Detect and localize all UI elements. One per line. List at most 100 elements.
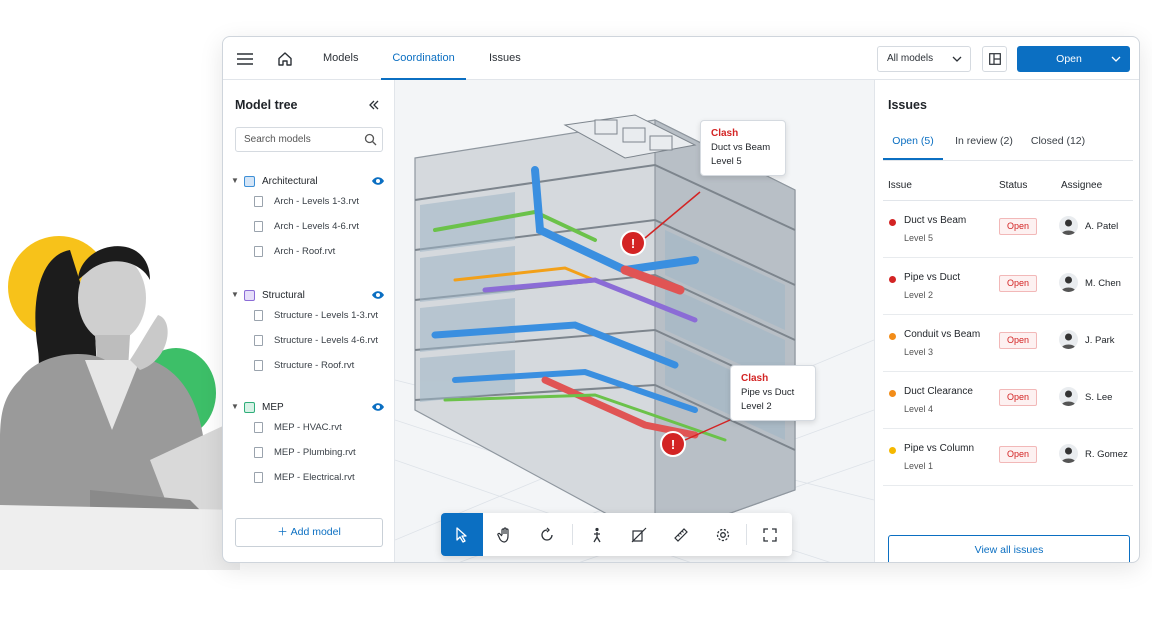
clash-callout-title: Clash xyxy=(711,128,739,139)
open-button[interactable]: Open xyxy=(1017,46,1130,72)
home-icon[interactable] xyxy=(273,48,297,70)
pan-hand-icon[interactable] xyxy=(484,513,526,556)
clash-marker-1: ! xyxy=(620,230,646,256)
search-icon[interactable] xyxy=(364,133,377,146)
issue-level: Level 5 xyxy=(904,233,934,243)
column-header-assignee: Assignee xyxy=(1061,180,1103,191)
app-window: Models Coordination Issues All models Op… xyxy=(222,36,1140,563)
layout-toggle-icon[interactable] xyxy=(982,46,1007,72)
settings-gear-icon[interactable] xyxy=(702,513,744,556)
assignee-name: R. Gomez xyxy=(1085,449,1128,460)
clash-callout[interactable]: Clash Pipe vs Duct Level 2 xyxy=(730,365,816,421)
issues-panel: Issues Open (5) In review (2) Closed (12… xyxy=(874,80,1139,562)
avatar xyxy=(1059,444,1078,463)
chevron-down-icon[interactable]: ▼ xyxy=(231,402,239,411)
tab-coordination[interactable]: Coordination xyxy=(381,37,466,80)
select-tool-icon[interactable] xyxy=(441,513,483,556)
view-all-issues-button[interactable]: View all issues xyxy=(888,535,1130,562)
add-model-button[interactable]: ＋ Add model xyxy=(235,518,383,547)
toolbar-divider xyxy=(572,524,573,545)
fullscreen-icon[interactable] xyxy=(749,513,791,556)
visibility-eye-icon[interactable] xyxy=(371,401,385,413)
clash-callout-level: Level 5 xyxy=(711,156,742,167)
severity-dot xyxy=(889,276,896,283)
severity-dot xyxy=(889,333,896,340)
architectural-icon xyxy=(244,176,255,187)
chevron-down-icon[interactable]: ▼ xyxy=(231,290,239,299)
status-badge: Open xyxy=(999,218,1037,235)
file-icon xyxy=(254,422,263,433)
model-group-name: MEP xyxy=(262,402,284,413)
tab-open-issues[interactable]: Open (5) xyxy=(883,128,943,160)
issue-row[interactable]: Duct Clearance Level 4 Open S. Lee xyxy=(883,372,1133,429)
clash-callout[interactable]: Clash Duct vs Beam Level 5 xyxy=(700,120,786,176)
section-plane-icon[interactable] xyxy=(618,513,660,556)
chevron-down-icon[interactable]: ▼ xyxy=(231,176,239,185)
issue-row[interactable]: Pipe vs Column Level 1 Open R. Gomez xyxy=(883,429,1133,486)
model-tree-title: Model tree xyxy=(235,98,298,112)
model-file-name: Arch - Levels 4-6.rvt xyxy=(274,221,359,232)
collapse-panel-icon[interactable] xyxy=(367,98,383,114)
measure-ruler-icon[interactable] xyxy=(660,513,702,556)
tab-issues[interactable]: Issues xyxy=(489,37,521,80)
plus-icon: ＋ xyxy=(277,526,291,538)
assignee-name: S. Lee xyxy=(1085,392,1113,403)
tabs-divider xyxy=(883,160,1133,161)
clash-callout-title: Clash xyxy=(741,373,769,384)
tab-in-review-issues[interactable]: In review (2) xyxy=(953,128,1015,160)
issue-name: Pipe vs Duct xyxy=(904,272,961,283)
add-model-label: Add model xyxy=(290,526,341,538)
page: Models Coordination Issues All models Op… xyxy=(0,0,1152,640)
model-file-name: Structure - Levels 1-3.rvt xyxy=(274,310,379,321)
tab-closed-issues[interactable]: Closed (12) xyxy=(1027,128,1089,160)
issue-row[interactable]: Duct vs Beam Level 5 Open A. Patel xyxy=(883,201,1133,258)
issue-row[interactable]: Pipe vs Duct Level 2 Open M. Chen xyxy=(883,258,1133,315)
model-tree-panel: Model tree ▼ Architectural Arch - Levels… xyxy=(223,80,395,562)
issue-row[interactable]: Conduit vs Beam Level 3 Open J. Park xyxy=(883,315,1133,372)
model-group-header[interactable]: ▼ Architectural xyxy=(231,174,387,190)
model-group-header[interactable]: ▼ Structural xyxy=(231,288,387,304)
clash-marker-2: ! xyxy=(660,431,686,457)
issues-title: Issues xyxy=(888,98,927,112)
clash-callout-type: Pipe vs Duct xyxy=(741,387,795,398)
issue-level: Level 1 xyxy=(904,461,934,471)
open-button-label: Open xyxy=(1056,53,1082,65)
file-icon xyxy=(254,196,263,207)
assignee-name: M. Chen xyxy=(1085,278,1121,289)
svg-text:!: ! xyxy=(631,236,635,251)
search-models-input[interactable] xyxy=(235,127,383,152)
hamburger-menu-icon[interactable] xyxy=(233,48,257,70)
model-group-name: Architectural xyxy=(262,176,318,187)
chevron-down-icon xyxy=(952,47,962,81)
model-filter-select[interactable]: All models xyxy=(877,46,971,72)
file-icon xyxy=(254,360,263,371)
chevron-down-icon[interactable] xyxy=(1111,46,1121,82)
severity-dot xyxy=(889,447,896,454)
issue-name: Duct vs Beam xyxy=(904,215,967,226)
model-file-name: MEP - HVAC.rvt xyxy=(274,422,342,433)
status-badge: Open xyxy=(999,389,1037,406)
column-header-status: Status xyxy=(999,180,1028,191)
svg-text:!: ! xyxy=(671,437,675,452)
visibility-eye-icon[interactable] xyxy=(371,175,385,187)
status-badge: Open xyxy=(999,332,1037,349)
column-header-issue: Issue xyxy=(888,180,912,191)
status-badge: Open xyxy=(999,275,1037,292)
building-model-render[interactable]: ! ! xyxy=(395,80,874,563)
assignee-name: A. Patel xyxy=(1085,221,1119,232)
issue-level: Level 2 xyxy=(904,290,934,300)
issue-name: Duct Clearance xyxy=(904,386,973,397)
orbit-icon[interactable] xyxy=(526,513,568,556)
model-group-header[interactable]: ▼ MEP xyxy=(231,400,387,416)
walk-icon[interactable] xyxy=(576,513,618,556)
toolbar-divider xyxy=(746,524,747,545)
avatar xyxy=(1059,273,1078,292)
tab-models[interactable]: Models xyxy=(323,37,358,80)
3d-viewport[interactable]: ! ! Clash Duct vs Beam Level 5 Clash Pip… xyxy=(395,80,874,563)
visibility-eye-icon[interactable] xyxy=(371,289,385,301)
top-bar: Models Coordination Issues All models Op… xyxy=(223,37,1139,80)
file-icon xyxy=(254,246,263,257)
file-icon xyxy=(254,310,263,321)
model-filter-value: All models xyxy=(887,53,934,64)
severity-dot xyxy=(889,390,896,397)
